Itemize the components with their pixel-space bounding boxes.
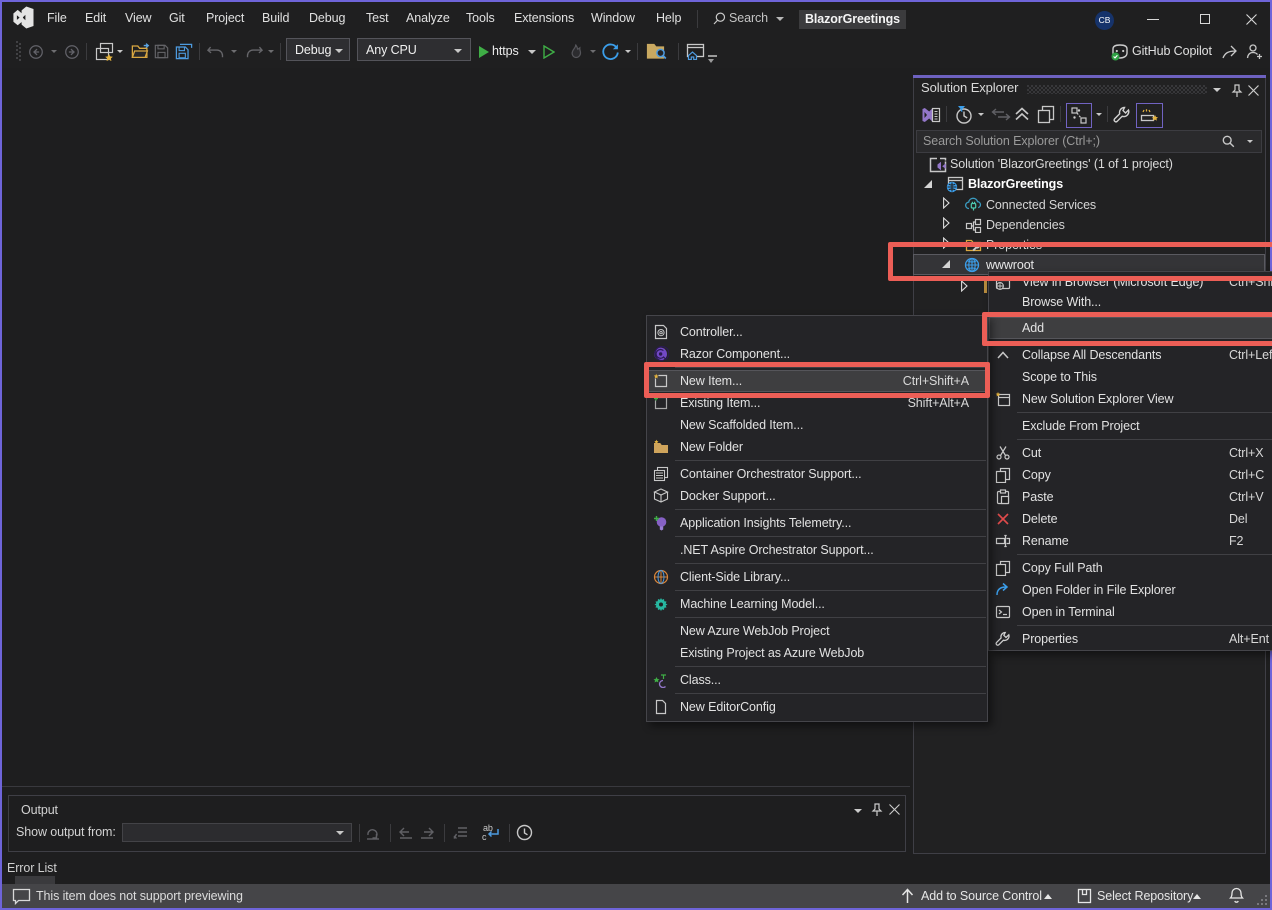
svg-text:c: c [482, 832, 487, 842]
